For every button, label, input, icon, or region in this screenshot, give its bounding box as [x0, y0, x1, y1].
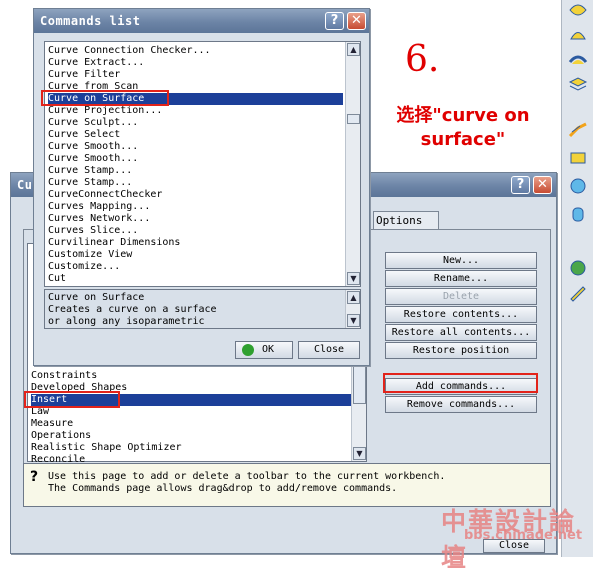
list-item[interactable]: Customize View [48, 249, 132, 261]
list-item[interactable]: Curve Stamp... [48, 177, 132, 189]
list-item[interactable]: Curve Stamp... [48, 165, 132, 177]
scroll-thumb[interactable] [347, 114, 360, 124]
list-item[interactable]: CurveConnectChecker [48, 189, 162, 201]
customize-help-button[interactable]: ? [511, 176, 530, 194]
list-item[interactable]: Constraints [31, 370, 97, 382]
info-line: The Commands page allows drag&drop to ad… [48, 483, 398, 494]
description-line: Creates a curve on a surface [48, 304, 217, 315]
measure-tool-icon[interactable] [568, 284, 588, 304]
list-item[interactable]: Operations [31, 430, 91, 442]
ok-button[interactable]: OK [235, 341, 293, 359]
tab-options[interactable]: Options [373, 211, 439, 230]
info-panel: ? Use this page to add or delete a toolb… [23, 463, 551, 507]
list-item[interactable]: Curves Slice... [48, 225, 138, 237]
blend-tool-icon[interactable] [568, 48, 588, 68]
scroll-up-icon[interactable]: ▲ [347, 43, 360, 56]
scroll-thumb[interactable] [353, 364, 366, 404]
description-scrollbar[interactable]: ▲ ▼ [345, 290, 360, 328]
help-icon: ? [30, 469, 39, 485]
analysis-tool-icon[interactable] [568, 258, 588, 278]
list-item[interactable]: Curves Mapping... [48, 201, 150, 213]
commands-close-button[interactable]: ✕ [347, 12, 366, 30]
list-item[interactable]: Curve Connection Checker... [48, 45, 211, 57]
watermark-url: bbs.chinade.net [464, 528, 583, 543]
list-item[interactable]: Curve Smooth... [48, 141, 138, 153]
list-item[interactable]: Curve Sculpt... [48, 117, 138, 129]
info-line: Use this page to add or delete a toolbar… [48, 471, 446, 482]
commands-scrollbar[interactable]: ▲ ▼ [345, 42, 360, 286]
ok-icon [242, 344, 254, 356]
list-item[interactable]: Curve Projection... [48, 105, 162, 117]
customize-close-button[interactable]: ✕ [533, 176, 552, 194]
restore-position-button[interactable]: Restore position [385, 342, 537, 359]
list-item[interactable]: Measure [31, 418, 73, 430]
description-line: Curve on Surface [48, 292, 145, 303]
sphere-tool-icon[interactable] [568, 176, 588, 196]
commands-list-dialog: Commands list ? ✕ Curve Connection Check… [33, 8, 370, 366]
scroll-down-icon[interactable]: ▼ [353, 447, 366, 460]
list-item[interactable]: Cut [48, 273, 66, 285]
sweep-tool-icon[interactable] [568, 148, 588, 168]
list-item[interactable]: Curves Network... [48, 213, 150, 225]
list-item[interactable]: Curve Filter [48, 69, 120, 81]
commands-list-titlebar[interactable]: Commands list [34, 9, 369, 33]
rename-button[interactable]: Rename... [385, 270, 537, 287]
step-instruction: 选择"curve on surface" [383, 104, 543, 152]
shape-tool-icon[interactable] [568, 24, 588, 44]
remove-commands-button[interactable]: Remove commands... [385, 396, 537, 413]
scroll-down-icon[interactable]: ▼ [347, 314, 360, 327]
step-instruction-line1: 选择"curve on [396, 105, 530, 126]
commands-help-button[interactable]: ? [325, 12, 344, 30]
restore-contents-button[interactable]: Restore contents... [385, 306, 537, 323]
list-item[interactable]: Curve Select [48, 129, 120, 141]
scroll-down-icon[interactable]: ▼ [347, 272, 360, 285]
curve-tool-icon[interactable] [568, 120, 588, 140]
restore-all-contents-button[interactable]: Restore all contents... [385, 324, 537, 341]
step-instruction-line2: surface" [420, 129, 506, 150]
delete-button[interactable]: Delete [385, 288, 537, 305]
commands-list[interactable]: Curve Connection Checker... Curve Extrac… [44, 41, 361, 287]
step-number: 6. [405, 39, 440, 80]
highlight-curve-on-surface-box [41, 90, 169, 106]
list-item[interactable]: Curve Extract... [48, 57, 144, 69]
list-item[interactable]: Curvilinear Dimensions [48, 237, 180, 249]
list-item[interactable]: Curve Smooth... [48, 153, 138, 165]
list-item[interactable]: Realistic Shape Optimizer [31, 442, 182, 454]
scroll-up-icon[interactable]: ▲ [347, 291, 360, 304]
list-item[interactable]: Customize... [48, 261, 120, 273]
description-line: or along any isoparametric [48, 316, 205, 327]
new-toolbar-button[interactable]: New... [385, 252, 537, 269]
close-button[interactable]: Close [298, 341, 360, 359]
layer-tool-icon[interactable] [568, 74, 588, 94]
command-description: Curve on Surface Creates a curve on a su… [44, 289, 361, 329]
highlight-add-commands-box [383, 373, 538, 393]
workbench-toolbar [561, 0, 593, 557]
cylinder-tool-icon[interactable] [568, 204, 588, 224]
highlight-insert-box [24, 391, 120, 408]
surface-tool-icon[interactable] [568, 0, 588, 20]
